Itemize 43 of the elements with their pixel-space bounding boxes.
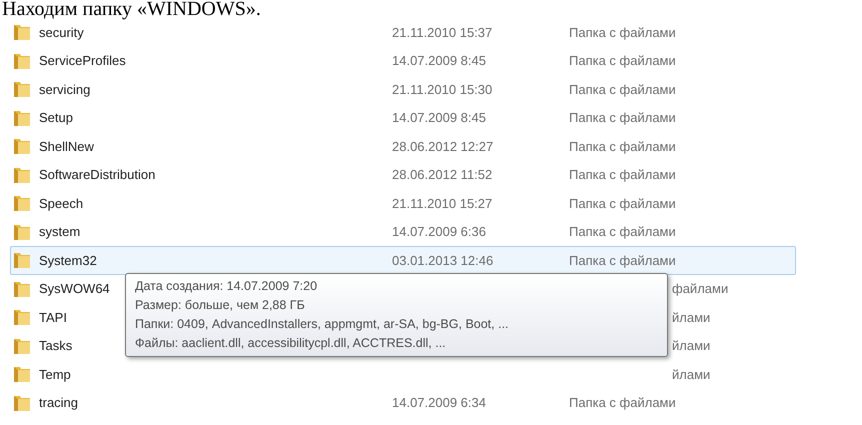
modified-date: 21.11.2010 15:30 — [392, 82, 492, 96]
file-name: SysWOW64 — [39, 281, 110, 296]
modified-date: 21.11.2010 15:27 — [392, 196, 492, 210]
file-name: ShellNew — [39, 138, 94, 154]
tooltip-line: Файлы: aaclient.dll, accessibilitycpl.dll, ACCTRES.dll, ... — [135, 335, 447, 352]
file-type: Папка с файлами — [569, 52, 676, 70]
file-type: Папка с файлами — [569, 394, 676, 412]
file-type: Папка с файлами — [569, 166, 676, 184]
modified-date: 14.07.2009 6:34 — [392, 395, 486, 410]
file-type: Папка с файлами — [569, 138, 676, 156]
modified-date: 03.01.2013 12:46 — [392, 252, 494, 268]
file-name: Speech — [39, 196, 84, 210]
file-name: Tasks — [39, 338, 72, 353]
file-type: файлами — [672, 280, 728, 298]
modified-date: 28.06.2012 11:52 — [392, 167, 492, 182]
file-type: Папка с файлами — [569, 80, 676, 99]
file-type: йлами — [672, 308, 710, 326]
file-name: Setup — [39, 110, 73, 125]
file-type: Папка с файлами — [569, 24, 676, 42]
file-type: Папка с файлами — [569, 223, 676, 241]
tooltip-line: Папки: 0409, AdvancedInstallers, appmgmt, ar-SA, bg-BG, Boot, ... — [135, 316, 510, 333]
tooltip-line: Дата создания: 14.07.2009 7:20 — [135, 278, 318, 295]
modified-date: 14.07.2009 8:45 — [392, 110, 486, 125]
file-name: System32 — [39, 252, 97, 268]
tooltip-line: Размер: больше, чем 2,88 ГБ — [135, 297, 306, 314]
file-name: tracing — [39, 395, 78, 410]
modified-date: 28.06.2012 12:27 — [392, 138, 494, 154]
file-name: Temp — [39, 366, 71, 382]
modified-date: 14.07.2009 8:45 — [392, 53, 486, 68]
file-type: Папка с файлами — [569, 109, 676, 127]
file-type: Папка с файлами — [569, 252, 676, 270]
file-name: ServiceProfiles — [39, 53, 126, 68]
file-type: йлами — [672, 366, 710, 384]
file-name: servicing — [39, 82, 90, 96]
modified-date: 21.11.2010 15:37 — [392, 24, 492, 40]
modified-date: 14.07.2009 6:36 — [392, 224, 486, 239]
file-type: йлами — [672, 337, 710, 355]
file-type: Папка с файлами — [569, 194, 676, 213]
caption: Находим папку «WINDOWS». — [1, 0, 262, 18]
file-name: system — [39, 224, 80, 239]
file-name: TAPI — [39, 310, 67, 324]
file-name: security — [39, 24, 84, 40]
file-name: SoftwareDistribution — [39, 167, 156, 182]
